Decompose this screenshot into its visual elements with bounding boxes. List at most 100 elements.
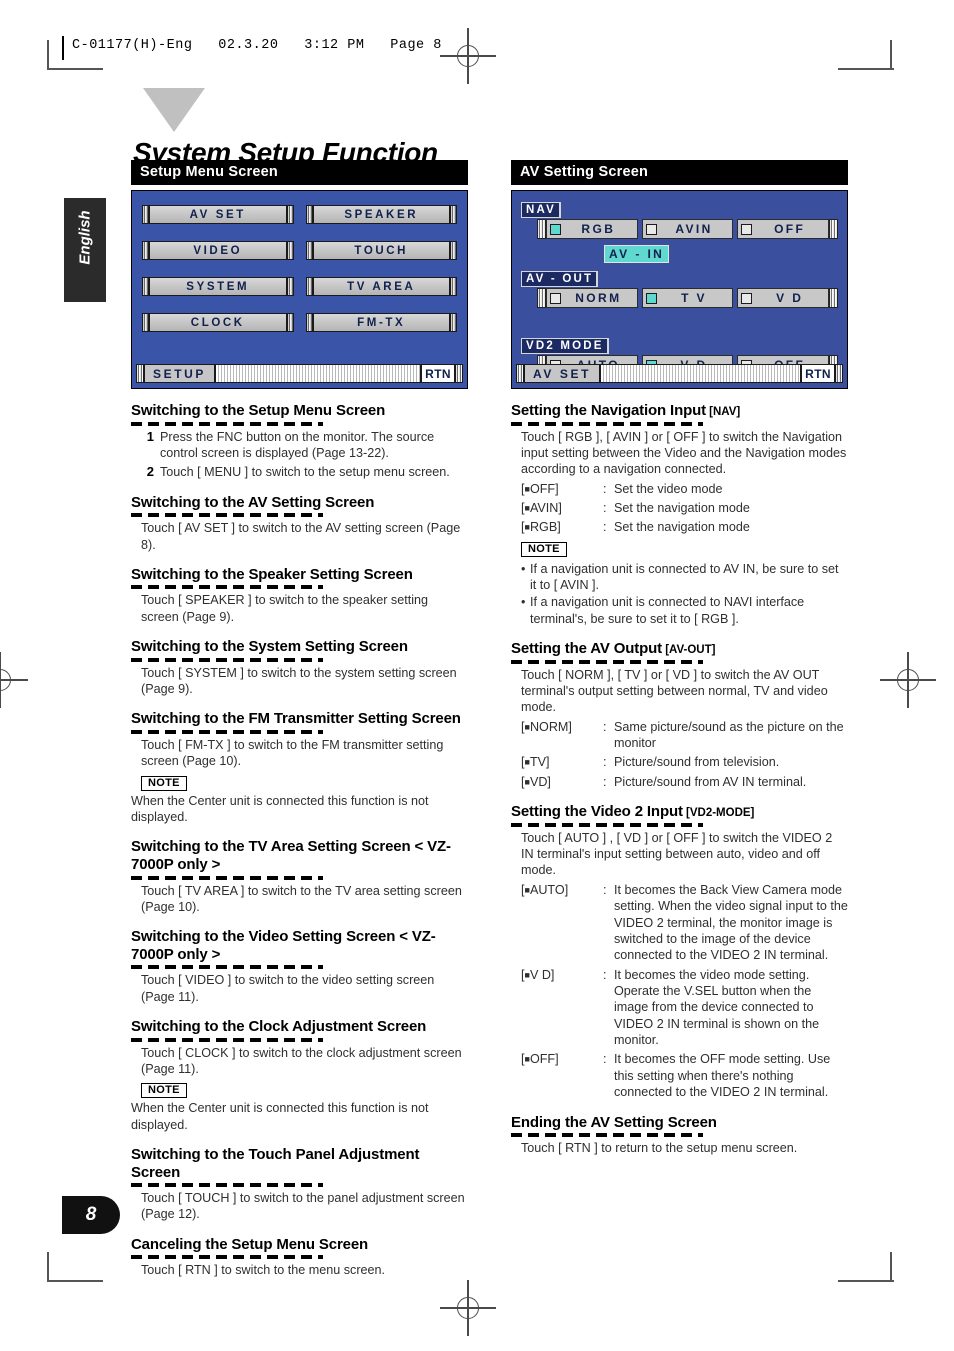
grip-icon — [537, 219, 546, 239]
setup-menu-button-av-set[interactable]: AV SET — [142, 205, 294, 224]
checkbox-icon — [645, 292, 657, 304]
heading-switching-to-the-tv-area-setting-screen-vz: Switching to the TV Area Setting Screen … — [131, 838, 451, 873]
body-text: Touch [ RTN ] to return to the setup men… — [521, 1141, 798, 1156]
definition-row: [■AUTO]: It becomes the Back View Camera … — [521, 882, 848, 964]
setup-menu-button-grid: AV SET SPEAKER VIDEO TOUCH SYSTEM TV AREA CLOC… — [142, 205, 457, 332]
definition-list: [■OFF]: Set the video mode [■AVIN]: Set the… — [521, 481, 848, 536]
heading-switching-to-the-clock-adjustment-screen: Switching to the Clock Adjustment Screen — [131, 1018, 427, 1036]
nav-group-label: NAV — [521, 202, 562, 218]
setup-menu-screen-mock: AV SET SPEAKER VIDEO TOUCH SYSTEM TV AREA CLOC… — [131, 190, 468, 389]
setup-screen-title: SETUP — [144, 364, 216, 383]
status-bar-fill — [215, 364, 422, 383]
definition-row: [■OFF]: It becomes the OFF mode setting. … — [521, 1051, 848, 1100]
option-label: OFF — [774, 222, 806, 236]
heading-switching-to-the-setup-menu-screen: Switching to the Setup Menu Screen — [131, 402, 386, 419]
definition-colon: : — [603, 1052, 607, 1067]
crop-mark — [47, 40, 49, 70]
grip-icon — [455, 364, 463, 383]
definition-desc: It becomes the Back View Camera mode set… — [614, 882, 848, 963]
definition-desc: Set the navigation mode — [614, 520, 750, 535]
heading-tag: [AV-OUT] — [662, 644, 716, 657]
body-text: Touch [ CLOCK ] to switch to the clock a… — [141, 1045, 462, 1076]
nav-option-rgb[interactable]: RGB — [546, 219, 638, 239]
definition-desc: Set the navigation mode — [614, 500, 750, 515]
checkbox-icon — [741, 223, 753, 235]
definition-desc: It becomes the OFF mode setting. Use thi… — [614, 1052, 831, 1100]
crop-mark — [838, 68, 894, 70]
bullet-item: • If a navigation unit is connected to AV… — [521, 561, 848, 594]
definition-key: [■OFF] — [521, 481, 559, 496]
bullet-icon: • — [521, 595, 526, 610]
setup-menu-button-label: AV SET — [149, 205, 287, 224]
definition-row: [■NORM]: Same picture/sound as the pictur… — [521, 719, 848, 752]
definition-key: [■AUTO] — [521, 882, 569, 897]
grip-icon — [142, 313, 149, 332]
heading-setting-the-video-2-input: Setting the Video 2 Input [VD2-MODE] — [511, 803, 755, 821]
definition-row: [■RGB]: Set the navigation mode — [521, 519, 848, 535]
step-number: 1 — [146, 428, 154, 444]
definition-colon: : — [603, 882, 607, 897]
definition-desc: Same picture/sound as the picture on the… — [614, 719, 844, 751]
heading-setting-the-av-output: Setting the AV Output [AV-OUT] — [511, 640, 716, 658]
nav-option-avin[interactable]: AVIN — [641, 219, 734, 239]
right-column: AV Setting Screen NAV RGB AVIN OFF AV - OU… — [511, 160, 848, 1156]
grip-icon — [142, 205, 149, 224]
heading-switching-to-the-fm-transmitter-setting-sc: Switching to the FM Transmitter Setting … — [131, 710, 461, 728]
setup-menu-button-speaker[interactable]: SPEAKER — [305, 205, 457, 224]
definition-colon: : — [603, 967, 607, 982]
right-sections: Setting the Navigation Input [NAV] Touch … — [511, 402, 848, 1156]
page-number-badge: 8 — [62, 1196, 120, 1234]
nav-option-off[interactable]: OFF — [737, 219, 830, 239]
setup-menu-button-clock[interactable]: CLOCK — [142, 313, 294, 332]
heading-dashed-rule — [131, 657, 323, 662]
definition-desc: It becomes the video mode setting. Opera… — [614, 967, 820, 1048]
section-bar-setup-menu: Setup Menu Screen — [131, 160, 468, 185]
language-tab: English — [64, 198, 106, 302]
left-column: Setup Menu Screen AV SET SPEAKER VIDEO TOUC… — [131, 160, 468, 1279]
checkbox-icon — [741, 292, 753, 304]
av-rtn-button[interactable]: RTN — [801, 364, 835, 383]
setup-rtn-button[interactable]: RTN — [421, 364, 455, 383]
setup-menu-button-touch[interactable]: TOUCH — [305, 241, 457, 260]
setup-menu-button-label: SPEAKER — [312, 205, 450, 224]
heading-ending-the-av-setting-screen: Ending the AV Setting Screen — [511, 1113, 717, 1131]
note-badge: NOTE — [141, 1083, 187, 1099]
setup-menu-button-tv-area[interactable]: TV AREA — [305, 277, 457, 296]
heading-dashed-rule — [131, 1037, 323, 1042]
setup-menu-button-label: VIDEO — [149, 241, 287, 260]
avout-option-vd[interactable]: V D — [737, 288, 830, 308]
crop-mark — [890, 1252, 892, 1282]
grip-icon — [450, 205, 457, 224]
heading-dashed-rule — [131, 1255, 323, 1260]
avout-option-norm[interactable]: NORM — [546, 288, 638, 308]
crop-mark — [47, 1252, 49, 1282]
nav-option-row: RGB AVIN OFF — [537, 219, 839, 239]
definition-key: [■TV] — [521, 755, 550, 770]
setup-menu-button-video[interactable]: VIDEO — [142, 241, 294, 260]
grip-icon — [516, 364, 524, 383]
body-text: Touch [ TV AREA ] to switch to the TV ar… — [141, 883, 462, 914]
definition-colon: : — [603, 755, 607, 770]
registration-mark-left — [0, 652, 28, 708]
grip-icon — [142, 241, 149, 260]
definition-key: [■VD] — [521, 774, 551, 789]
grip-icon — [450, 313, 457, 332]
step-text: Touch [ MENU ] to switch to the setup me… — [160, 465, 450, 480]
setup-menu-button-label: TV AREA — [312, 277, 450, 296]
avout-option-tv[interactable]: T V — [641, 288, 734, 308]
checkbox-icon — [550, 223, 561, 235]
heading-tag: [NAV] — [705, 406, 741, 418]
registration-mark-top — [440, 28, 496, 84]
heading-dashed-rule — [131, 1183, 323, 1188]
crop-mark — [890, 40, 892, 70]
title-triangle-icon — [143, 88, 205, 132]
running-head-rule — [62, 36, 64, 60]
definition-list: [■AUTO]: It becomes the Back View Camera … — [521, 882, 848, 1101]
heading-dashed-rule — [131, 513, 323, 518]
definition-desc: Picture/sound from AV IN terminal. — [614, 774, 807, 789]
bullet-item: • If a navigation unit is connected to NA… — [521, 594, 848, 627]
setup-menu-button-fm-tx[interactable]: FM-TX — [305, 313, 457, 332]
grip-icon — [450, 277, 457, 296]
setup-menu-button-label: FM-TX — [312, 313, 450, 332]
setup-menu-button-system[interactable]: SYSTEM — [142, 277, 294, 296]
